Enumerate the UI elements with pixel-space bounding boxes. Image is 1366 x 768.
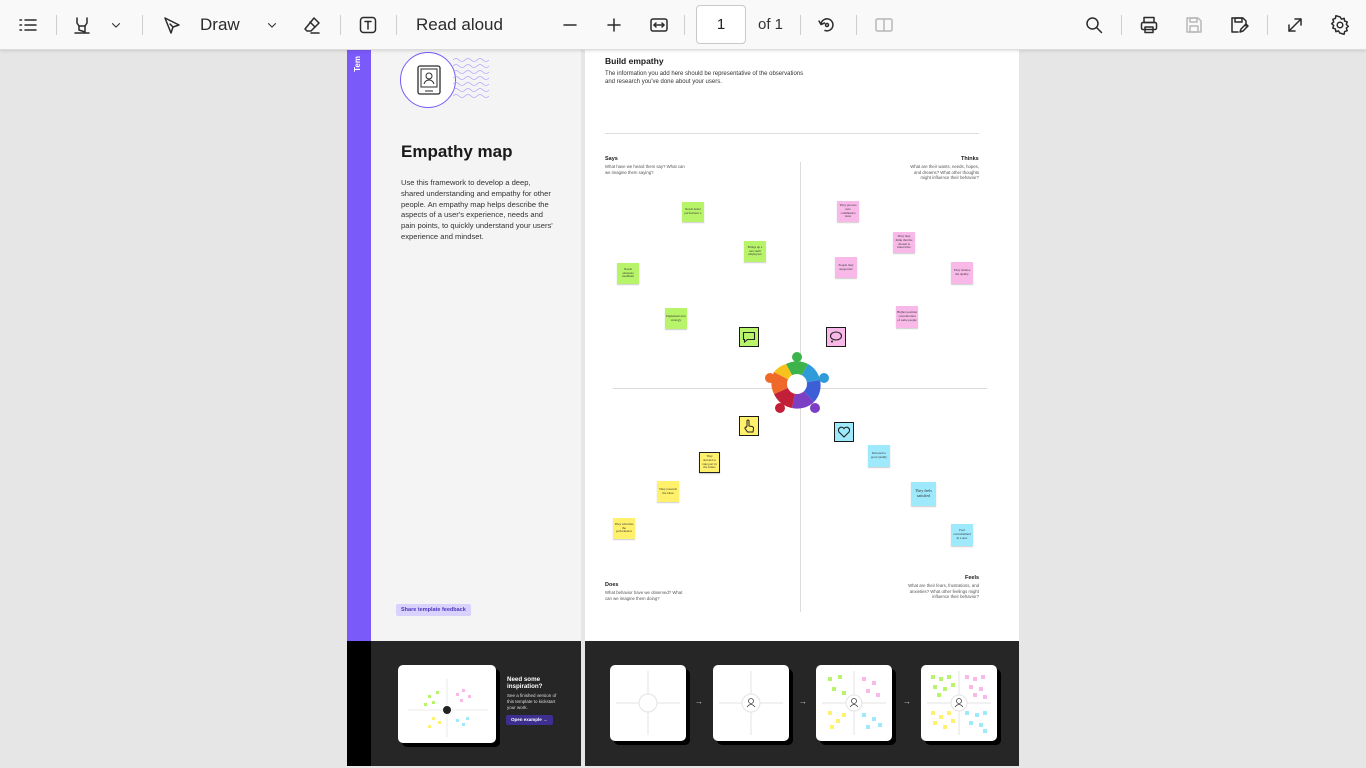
inspiration-description: See a finished version of this template … <box>507 693 557 710</box>
open-example-button[interactable]: Open example → <box>506 715 553 725</box>
board-description: The information you add here should be r… <box>605 71 804 86</box>
heart-icon[interactable] <box>834 422 854 442</box>
side-tab: Tem <box>347 50 371 641</box>
sticky-note[interactable]: Implement new strategy <box>665 308 687 329</box>
dark-strip <box>347 641 371 766</box>
side-tab-label: Tem <box>353 56 362 72</box>
quadrant-says-label: Says <box>605 156 618 162</box>
save-as-icon[interactable] <box>1225 9 1253 41</box>
hand-pointer-icon[interactable] <box>739 416 759 436</box>
zoom-out-icon[interactable] <box>556 9 584 41</box>
quadrant-thinks-label: Thinks <box>961 156 979 162</box>
separator <box>800 15 801 35</box>
draw-button[interactable]: Draw <box>162 9 260 41</box>
header-divider <box>605 133 979 134</box>
template-title: Empathy map <box>401 142 513 161</box>
contents-icon[interactable] <box>14 9 42 41</box>
empathy-map-board: Build empathy The information you add he… <box>585 50 1019 766</box>
search-icon[interactable] <box>1080 9 1108 41</box>
separator <box>684 15 685 35</box>
open-example-label: Open example <box>511 717 542 722</box>
speech-bubble-icon[interactable] <box>739 327 759 347</box>
inspiration-title: Need some inspiration? <box>507 676 543 691</box>
team-logo-icon <box>765 352 829 413</box>
separator <box>1267 15 1268 35</box>
settings-gear-icon[interactable] <box>1326 9 1354 41</box>
quadrant-feels-description: What are their fears, frustrations, and … <box>908 583 979 600</box>
zoom-in-icon[interactable] <box>600 9 628 41</box>
quadrant-thinks-description: What are their wants, needs, hopes, and … <box>910 164 979 181</box>
separator <box>396 15 397 35</box>
example-board-thumbnail[interactable] <box>398 665 496 743</box>
rotate-icon[interactable] <box>813 9 841 41</box>
two-page-view-icon[interactable] <box>870 9 898 41</box>
separator <box>1121 15 1122 35</box>
board-title: Build empathy <box>605 56 664 66</box>
sticky-note[interactable]: Feel overwhelmed in a new <box>951 524 973 546</box>
step-arrow-icon: → <box>799 697 807 706</box>
step-blank-board-thumbnail[interactable] <box>610 665 686 741</box>
step-arrow-icon: → <box>695 697 703 706</box>
sticky-note[interactable]: They process new communica tions <box>837 201 859 222</box>
separator <box>856 15 857 35</box>
quadrant-says-description: What have we heard them say? What can we… <box>605 164 685 175</box>
sticky-note[interactable]: They decided to take part in the future <box>699 452 720 473</box>
eraser-icon[interactable] <box>298 9 326 41</box>
person-card-icon <box>400 52 456 108</box>
share-feedback-button[interactable]: Share template feedback <box>396 604 471 616</box>
step-notes-board-thumbnail[interactable] <box>816 665 892 741</box>
save-icon[interactable] <box>1180 9 1208 41</box>
inspiration-section: Need some inspiration? See a finished ve… <box>347 641 581 766</box>
step-persona-board-thumbnail[interactable] <box>713 665 789 741</box>
read-aloud-label: Read aloud <box>416 15 503 34</box>
draw-dropdown-chevron-icon[interactable] <box>262 9 282 41</box>
sticky-note[interactable]: Higher position concentration of some pe… <box>896 306 918 328</box>
template-info-panel: Tem Empathy map Use this framework to de… <box>347 50 581 766</box>
steps-strip: → → → <box>585 641 1019 766</box>
thought-bubble-icon[interactable] <box>826 327 846 347</box>
step-complete-board-thumbnail[interactable] <box>921 665 997 741</box>
sticky-note[interactable]: They advertise the performance <box>613 518 635 539</box>
draw-pen-icon <box>164 17 180 34</box>
separator <box>56 15 57 35</box>
sticky-note[interactable]: People may supportive <box>835 257 857 278</box>
text-box-icon[interactable] <box>354 9 382 41</box>
separator <box>340 15 341 35</box>
page-number-input[interactable] <box>696 5 746 44</box>
separator <box>142 15 143 35</box>
quadrant-feels-label: Feels <box>965 575 980 581</box>
draw-label: Draw <box>200 15 240 34</box>
sticky-note[interactable]: Needs adequate treatment <box>617 263 639 284</box>
sticky-note[interactable]: Brings up a new skill employees <box>744 241 766 262</box>
fit-to-width-icon[interactable] <box>645 9 673 41</box>
quadrant-does-description: What behavior have we observed? What can… <box>605 590 683 601</box>
sticky-note[interactable]: Devoted to good quality <box>868 445 890 467</box>
sticky-note[interactable]: They feels satisfied <box>911 482 936 506</box>
quadrant-does-label: Does <box>605 582 619 588</box>
wave-decoration-icon <box>453 58 489 98</box>
pdf-toolbar: Draw Read aloud of 1 <box>0 0 1366 50</box>
step-arrow-icon: → <box>903 697 911 706</box>
template-description: Use this framework to develop a deep, sh… <box>401 178 553 241</box>
highlight-icon[interactable] <box>68 9 96 41</box>
sticky-note[interactable]: They may think that the chosen is innova… <box>893 232 915 253</box>
fullscreen-icon[interactable] <box>1281 9 1309 41</box>
sticky-note[interactable]: Needs better performanc e <box>682 202 704 222</box>
share-feedback-label: Share template feedback <box>401 607 466 613</box>
page-count: of 1 <box>758 16 784 33</box>
highlight-dropdown-chevron-icon[interactable] <box>106 9 126 41</box>
sticky-note[interactable]: They believe the quality <box>951 262 973 284</box>
print-icon[interactable] <box>1135 9 1163 41</box>
read-aloud-button[interactable]: Read aloud <box>410 9 510 41</box>
sticky-note[interactable]: They research the ideas <box>657 481 679 502</box>
